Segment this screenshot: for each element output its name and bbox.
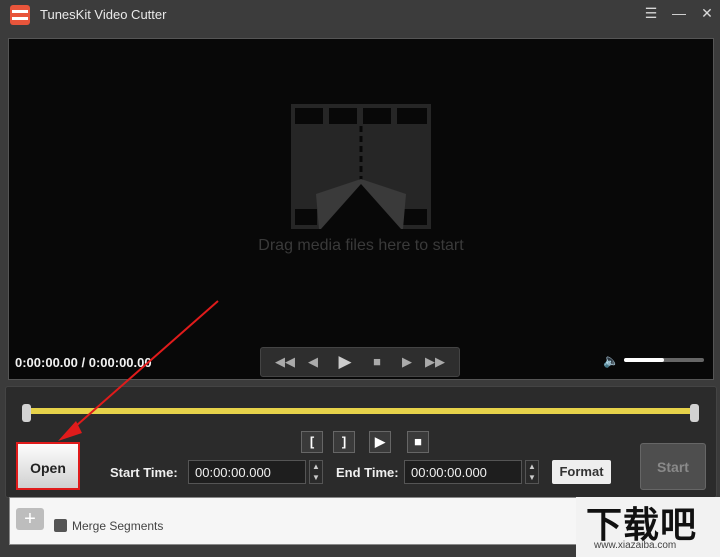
stop-icon[interactable]: ■ xyxy=(367,352,387,372)
set-end-marker-icon[interactable]: ] xyxy=(333,431,355,453)
app-logo-icon xyxy=(10,5,30,25)
set-start-marker-icon[interactable]: [ xyxy=(301,431,323,453)
volume-level xyxy=(624,358,664,362)
start-time-label: Start Time: xyxy=(110,465,178,480)
add-segment-button[interactable]: + xyxy=(16,508,44,530)
format-button[interactable]: Format xyxy=(552,460,611,484)
merge-segments-checkbox[interactable] xyxy=(54,519,67,532)
end-time-stepper[interactable]: ▲ ▼ xyxy=(525,460,539,484)
timeline-end-handle[interactable] xyxy=(690,404,699,422)
window-title: TunesKit Video Cutter xyxy=(40,7,167,22)
transport-controls: ◀◀ ◀ ▶ ■ ▶ ▶▶ xyxy=(260,347,460,377)
end-time-label: End Time: xyxy=(336,465,399,480)
menu-icon[interactable]: ☰ xyxy=(641,5,661,22)
timeline-start-handle[interactable] xyxy=(22,404,31,422)
annotation-arrow xyxy=(58,300,219,441)
skip-to-end-icon[interactable]: ▶▶ xyxy=(425,352,445,372)
step-back-icon[interactable]: ◀ xyxy=(303,352,323,372)
start-time-field[interactable] xyxy=(188,460,306,484)
play-icon[interactable]: ▶ xyxy=(335,352,355,372)
watermark-url: www.xiazaiba.com xyxy=(594,540,677,551)
open-button[interactable]: Open xyxy=(16,442,80,490)
end-time-field[interactable] xyxy=(404,460,522,484)
start-time-stepper[interactable]: ▲ ▼ xyxy=(309,460,323,484)
step-forward-icon[interactable]: ▶ xyxy=(397,352,417,372)
minimize-icon[interactable]: — xyxy=(669,5,689,21)
volume-icon[interactable]: 🔈 xyxy=(603,353,619,369)
preview-segment-icon[interactable]: ▶ xyxy=(369,431,391,453)
close-icon[interactable]: ✕ xyxy=(697,5,717,22)
film-clip-icon xyxy=(291,104,431,229)
skip-to-start-icon[interactable]: ◀◀ xyxy=(275,352,295,372)
drop-hint: Drag media files here to start xyxy=(258,237,464,254)
stop-preview-icon[interactable]: ■ xyxy=(407,431,429,453)
merge-segments-label: Merge Segments xyxy=(72,519,164,533)
start-button[interactable]: Start xyxy=(640,443,706,490)
